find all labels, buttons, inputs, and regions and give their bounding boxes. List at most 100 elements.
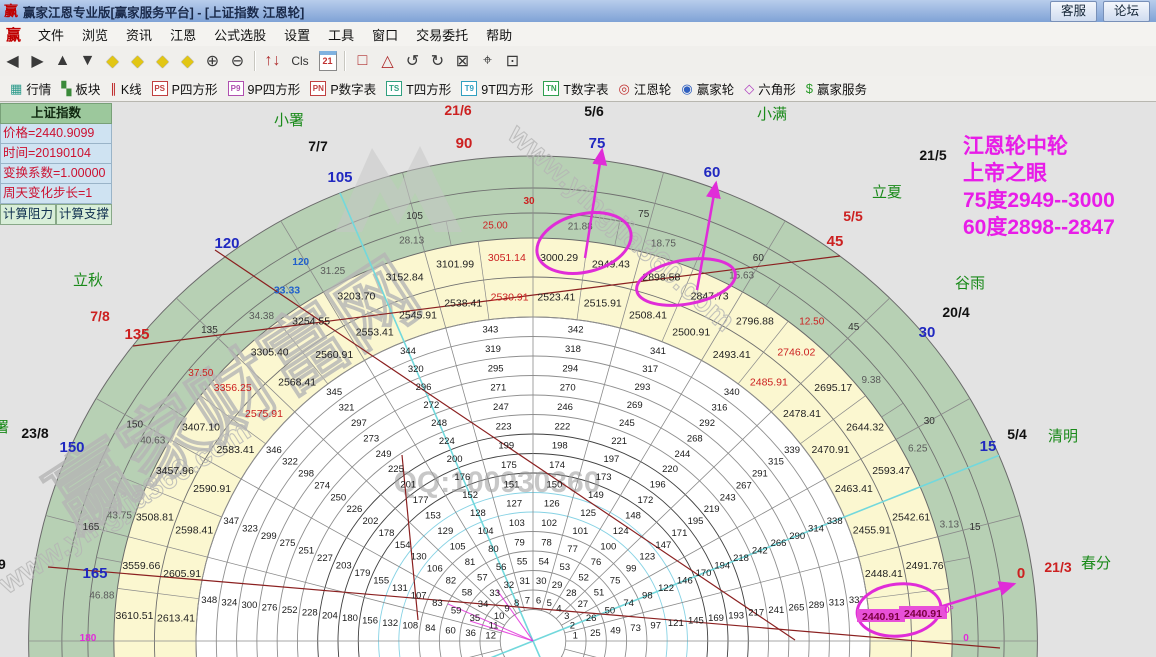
diamond-left-button[interactable]: ◆ <box>100 51 125 71</box>
menu-8[interactable]: 交易委托 <box>407 22 477 47</box>
svg-text:3152.84: 3152.84 <box>386 271 424 283</box>
customer-service-button[interactable]: 客服 <box>1049 1 1097 22</box>
9p-square-button[interactable]: P9 9P四方形 <box>227 79 300 98</box>
svg-text:176: 176 <box>454 472 470 483</box>
svg-text:165: 165 <box>82 565 107 582</box>
up-button[interactable]: ▲ <box>50 52 75 70</box>
svg-text:81: 81 <box>465 557 476 568</box>
diamond-up-button[interactable]: ◆ <box>150 51 175 71</box>
diamond-right-button[interactable]: ◆ <box>125 51 150 71</box>
svg-text:31: 31 <box>519 576 530 587</box>
svg-text:2593.47: 2593.47 <box>872 465 910 477</box>
square-tool-button[interactable]: □ <box>350 52 375 70</box>
hexagon-button[interactable]: ◇ 六角形 <box>744 79 796 98</box>
menu-1[interactable]: 浏览 <box>73 22 117 47</box>
menu-5[interactable]: 设置 <box>275 22 319 47</box>
svg-text:323: 323 <box>242 523 258 534</box>
p-square-button[interactable]: PS P四方形 <box>151 79 218 98</box>
svg-text:30: 30 <box>523 196 535 207</box>
gann-wheel-button[interactable]: ◎ 江恩轮 <box>619 79 672 98</box>
svg-text:3000.29: 3000.29 <box>540 252 578 264</box>
fullscreen-button[interactable]: ⊠ <box>450 51 475 71</box>
toolbar-views: ▦ 行情 ▚ 板块 ∥ K线 PS P四方形 P9 9P四方形 PN P数字表 TS T四方形 T9 9T四方… <box>0 76 1156 102</box>
t-square-button[interactable]: TS T四方形 <box>386 79 451 98</box>
presentation-button[interactable]: ⊡ <box>500 51 525 71</box>
svg-text:135: 135 <box>201 325 218 336</box>
svg-text:341: 341 <box>650 346 666 357</box>
svg-text:60: 60 <box>753 253 765 264</box>
menu-0[interactable]: 文件 <box>29 22 73 47</box>
svg-text:146: 146 <box>677 576 693 587</box>
9t-square-button[interactable]: T9 9T四方形 <box>461 79 533 98</box>
svg-text:2: 2 <box>570 620 575 631</box>
zoom-in-button[interactable]: ⊕ <box>200 51 225 71</box>
svg-text:7/9: 7/9 <box>0 556 6 572</box>
winner-service-button[interactable]: $ 赢家服务 <box>806 79 867 98</box>
svg-text:60: 60 <box>704 164 721 181</box>
svg-text:83: 83 <box>432 598 443 609</box>
9t-square-icon: T9 <box>461 81 478 96</box>
svg-text:2796.88: 2796.88 <box>736 316 774 328</box>
triangle-tool-button[interactable]: △ <box>375 51 400 71</box>
svg-text:248: 248 <box>431 418 447 429</box>
svg-text:222: 222 <box>554 421 570 432</box>
svg-text:338: 338 <box>827 516 843 527</box>
menu-7[interactable]: 窗口 <box>363 22 407 47</box>
rotate-cw-button[interactable]: ↻ <box>425 51 450 71</box>
kline-button[interactable]: ∥ K线 <box>110 79 141 98</box>
svg-text:99: 99 <box>626 564 637 575</box>
svg-text:34.38: 34.38 <box>249 311 274 322</box>
calendar-button[interactable]: 21 <box>315 51 340 71</box>
menu-2[interactable]: 资讯 <box>117 22 161 47</box>
menu-9[interactable]: 帮助 <box>477 22 521 47</box>
center-view-button[interactable]: ⌖ <box>475 52 500 70</box>
svg-text:60: 60 <box>445 626 456 637</box>
svg-text:340: 340 <box>724 387 740 398</box>
winner-wheel-label: 赢家轮 <box>696 83 735 97</box>
svg-text:194: 194 <box>714 561 730 572</box>
back-button[interactable]: ◀ <box>0 51 25 71</box>
forward-button[interactable]: ▶ <box>25 51 50 71</box>
svg-text:145: 145 <box>688 615 704 626</box>
svg-text:45: 45 <box>827 233 844 250</box>
t-table-icon: TN <box>543 81 560 96</box>
svg-text:2538.41: 2538.41 <box>444 298 482 310</box>
rotate-ccw-button[interactable]: ↺ <box>400 51 425 71</box>
zoom-out-button[interactable]: ⊖ <box>225 51 250 71</box>
menu-4[interactable]: 公式选股 <box>205 22 275 47</box>
solar-term-label: 清明 <box>1048 428 1078 445</box>
calc-resistance-button[interactable]: 计算阻力 <box>0 204 56 225</box>
svg-text:2440.91: 2440.91 <box>904 608 942 620</box>
svg-text:52: 52 <box>578 573 589 584</box>
title-bar[interactable]: 赢 赢家江恩专业版[赢家服务平台] - [上证指数 江恩轮] 客服 论坛 <box>0 0 1156 23</box>
svg-text:269: 269 <box>627 400 643 411</box>
svg-text:35: 35 <box>470 613 481 624</box>
svg-text:2440.91: 2440.91 <box>862 611 900 623</box>
diamond-down-button[interactable]: ◆ <box>175 51 200 71</box>
quotes-button[interactable]: ▦ 行情 <box>10 79 51 98</box>
note-line-1: 江恩轮中轮 <box>963 135 1068 158</box>
menu-6[interactable]: 工具 <box>319 22 363 47</box>
time-scale-button[interactable]: ↑↓ <box>260 52 285 70</box>
forum-button[interactable]: 论坛 <box>1102 1 1150 22</box>
cls-button[interactable]: Cls <box>285 54 315 68</box>
winner-wheel-button[interactable]: ◉ 赢家轮 <box>681 79 734 98</box>
svg-text:128: 128 <box>470 508 486 519</box>
svg-text:195: 195 <box>688 516 704 527</box>
svg-text:165: 165 <box>83 522 100 533</box>
svg-text:316: 316 <box>712 402 728 413</box>
t-table-button[interactable]: TN T数字表 <box>543 79 609 98</box>
svg-text:30: 30 <box>919 324 936 341</box>
down-button[interactable]: ▼ <box>75 52 100 70</box>
svg-text:2530.91: 2530.91 <box>491 292 529 304</box>
sectors-button[interactable]: ▚ 板块 <box>61 79 100 98</box>
menu-3[interactable]: 江恩 <box>161 22 205 47</box>
t-table-label: T数字表 <box>563 83 609 97</box>
svg-text:2553.41: 2553.41 <box>356 326 394 338</box>
svg-text:6: 6 <box>536 595 541 606</box>
calc-support-button[interactable]: 计算支撑 <box>56 204 112 225</box>
svg-text:200: 200 <box>447 454 463 465</box>
p-table-button[interactable]: PN P数字表 <box>310 79 376 98</box>
svg-text:294: 294 <box>562 363 578 374</box>
svg-text:322: 322 <box>282 457 298 468</box>
